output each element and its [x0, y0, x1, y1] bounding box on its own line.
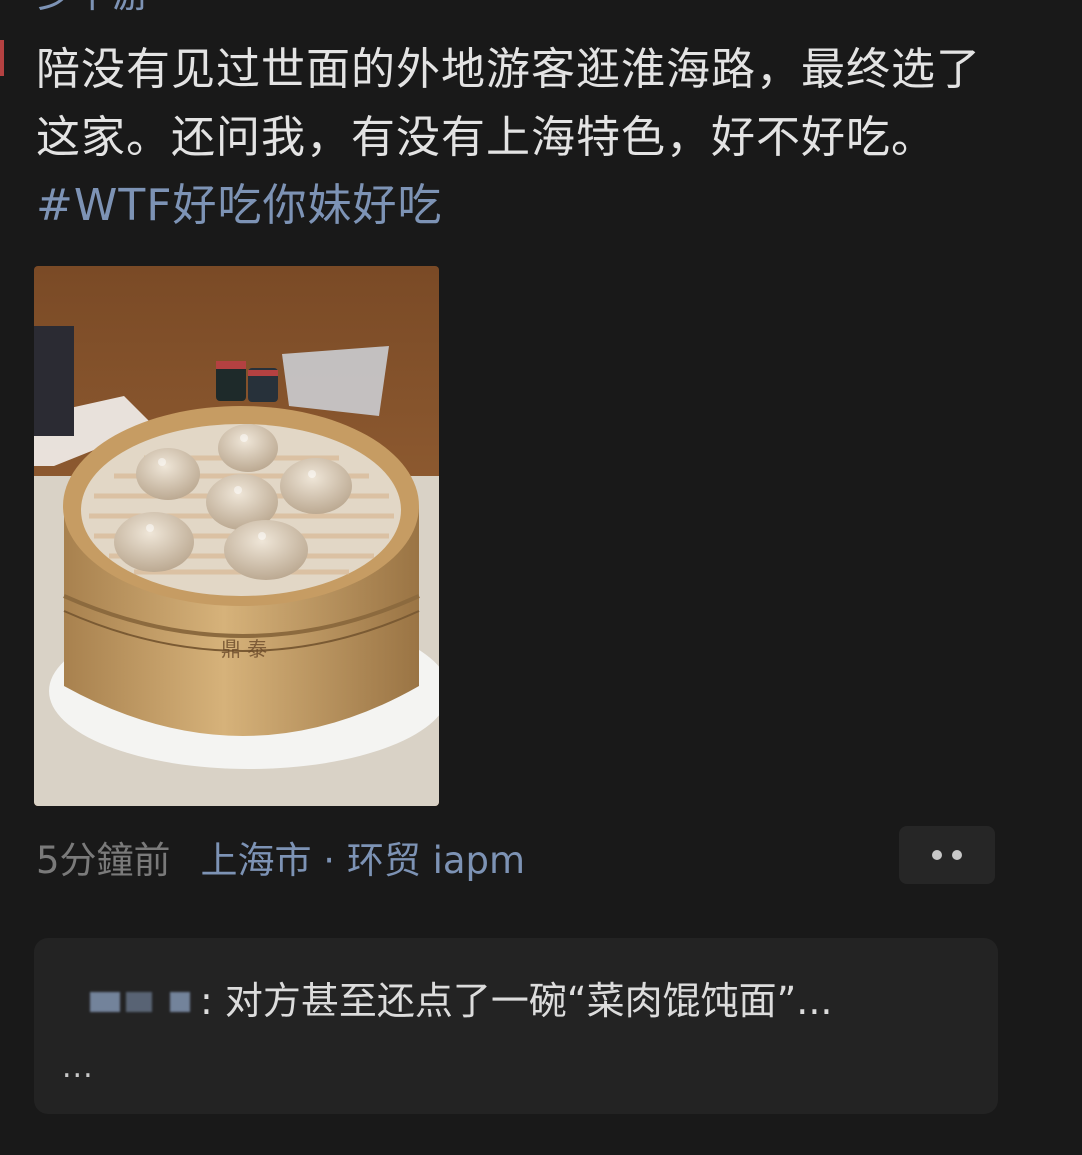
svg-text:鼎 泰: 鼎 泰: [221, 637, 267, 661]
post-hashtag[interactable]: #WTF好吃你妹好吃: [36, 180, 443, 231]
post-meta: 5分鐘前 上海市 · 环贸 iapm: [36, 830, 525, 884]
more-dots-icon: [932, 850, 942, 860]
author-name[interactable]: 乡下游: [36, 0, 150, 16]
post-time: 5分鐘前: [36, 839, 171, 882]
post-location[interactable]: 上海市 · 环贸 iapm: [201, 830, 526, 884]
post-text: 陪没有见过世面的外地游客逛淮海路，最终选了这家。还问我，有没有上海特色，好不好吃…: [36, 44, 981, 163]
xiaolongbao-photo: 鼎 泰: [34, 266, 439, 806]
more-actions-button[interactable]: [899, 826, 995, 884]
edge-marker: [0, 40, 4, 76]
blurred-commenter-name[interactable]: [90, 984, 198, 1012]
comment-card[interactable]: : 对方甚至还点了一碗“菜肉馄饨面”... ...: [34, 938, 998, 1114]
comment-line: : 对方甚至还点了一碗“菜肉馄饨面”...: [90, 970, 833, 1025]
comment-text: : 对方甚至还点了一碗“菜肉馄饨面”...: [200, 979, 833, 1023]
more-dots-icon: [952, 850, 962, 860]
comment-expand[interactable]: ...: [62, 1050, 94, 1085]
moments-post-screen: 乡下游 陪没有见过世面的外地游客逛淮海路，最终选了这家。还问我，有没有上海特色，…: [0, 0, 1082, 1155]
post-photo[interactable]: 鼎 泰: [34, 266, 439, 806]
post-body: 陪没有见过世面的外地游客逛淮海路，最终选了这家。还问我，有没有上海特色，好不好吃…: [36, 36, 1016, 240]
